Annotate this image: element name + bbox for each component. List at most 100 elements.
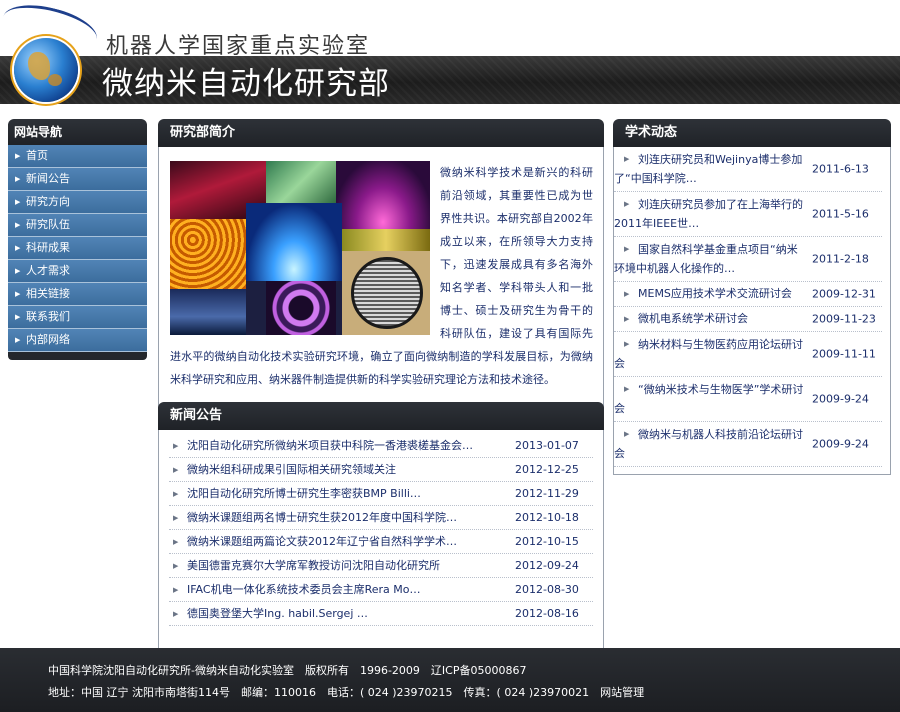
- academic-item-title[interactable]: 国家自然科学基金重点项目“纳米环境中机器人化操作的…: [614, 237, 806, 281]
- academic-item[interactable]: ▶ 纳米材料与生物医药应用论坛研讨会 2009-11-11: [614, 332, 882, 377]
- site-header: 机器人学国家重点实验室 微纳米自动化研究部: [0, 0, 900, 104]
- news-item[interactable]: ▶ 德国奥登堡大学Ing. habil.Sergej … 2012-08-16: [169, 602, 593, 626]
- bullet-icon: ▶: [173, 586, 179, 594]
- nav-item-research-team[interactable]: ▶ 研究队伍: [8, 214, 147, 237]
- academic-item-date: 2009-12-31: [812, 287, 876, 301]
- admin-link[interactable]: 网站管理: [600, 686, 644, 699]
- nav-item-jobs[interactable]: ▶ 人才需求: [8, 260, 147, 283]
- academic-item-title[interactable]: 纳米材料与生物医药应用论坛研讨会: [614, 332, 806, 376]
- nav-item-home[interactable]: ▶ 首页: [8, 145, 147, 168]
- academic-item-date: 2009-11-11: [812, 347, 876, 361]
- news-item-title[interactable]: 美国德雷克赛尔大学席军教授访问沈阳自动化研究所: [187, 554, 507, 578]
- academic-item-title[interactable]: MEMS应用技术学术交流研讨会: [614, 282, 806, 306]
- nav-item-links[interactable]: ▶ 相关链接: [8, 283, 147, 306]
- news-title: 新闻公告: [158, 402, 604, 430]
- nav-item-intranet[interactable]: ▶ 内部网络: [8, 329, 147, 352]
- nav-item-label: 科研成果: [26, 241, 70, 254]
- green-grid-image: [266, 161, 336, 203]
- arrow-right-icon: ▶: [15, 198, 21, 206]
- globe-logo-icon: [14, 38, 78, 102]
- news-item-title[interactable]: 德国奥登堡大学Ing. habil.Sergej …: [187, 602, 507, 626]
- academic-item[interactable]: ▶ “微纳米技术与生物医学”学术研讨会 2009-9-24: [614, 377, 882, 422]
- bullet-icon: ▶: [173, 610, 179, 618]
- news-item-date: 2013-01-07: [515, 439, 579, 452]
- site-footer: 中国科学院沈阳自动化研究所-微纳米自动化实验室 版权所有 1996-2009 辽…: [0, 648, 900, 712]
- news-item-title[interactable]: 沈阳自动化研究所博士研究生李密获BMP Billi…: [187, 482, 507, 506]
- academic-item-title[interactable]: 刘连庆研究员和Wejinya博士参加了“中国科学院…: [614, 147, 806, 191]
- bullet-icon: ▶: [173, 466, 179, 474]
- gear-image: [266, 281, 336, 335]
- academic-title: 学术动态: [613, 119, 891, 147]
- academic-item[interactable]: ▶ MEMS应用技术学术交流研讨会 2009-12-31: [614, 282, 882, 307]
- news-item-title[interactable]: 微纳米组科研成果引国际相关研究领域关注: [187, 458, 507, 482]
- micro-nano-collage-image: [170, 161, 430, 335]
- bullet-icon: ▶: [624, 385, 630, 393]
- news-item[interactable]: ▶ 微纳米课题组两名博士研究生获2012年度中国科学院… 2012-10-18: [169, 506, 593, 530]
- nav-item-label: 首页: [26, 149, 48, 162]
- arrow-right-icon: ▶: [15, 290, 21, 298]
- news-item-date: 2012-11-29: [515, 487, 579, 500]
- academic-item-title[interactable]: 刘连庆研究员参加了在上海举行的2011年IEEE世…: [614, 192, 806, 236]
- tip-magenta-image: [336, 161, 430, 229]
- academic-item[interactable]: ▶ 刘连庆研究员参加了在上海举行的2011年IEEE世… 2011-5-16: [614, 192, 882, 237]
- intro-body: 微纳米科学技术是新兴的科研前沿领域，其重要性已成为世界性共识。本研究部自2002…: [158, 147, 604, 423]
- department-title: 微纳米自动化研究部: [102, 66, 390, 102]
- bullet-icon: ▶: [624, 315, 630, 323]
- academic-item-title[interactable]: 微纳米与机器人科技前沿论坛研讨会: [614, 422, 806, 466]
- bullet-icon: ▶: [173, 514, 179, 522]
- news-item[interactable]: ▶ IFAC机电一体化系统技术委员会主席Rera Mo… 2012-08-30: [169, 578, 593, 602]
- bullet-icon: ▶: [173, 562, 179, 570]
- address-line: 地址：中国 辽宁 沈阳市南塔街114号 邮编：110016 电话：( 024 )…: [48, 684, 644, 700]
- academic-item[interactable]: ▶ 微纳米与机器人科技前沿论坛研讨会 2009-9-24: [614, 422, 882, 467]
- nav-item-label: 相关链接: [26, 287, 70, 300]
- academic-item[interactable]: ▶ 刘连庆研究员和Wejinya博士参加了“中国科学院… 2011-6-13: [614, 147, 882, 192]
- site-navigation: 网站导航 ▶ 首页 ▶ 新闻公告 ▶ 研究方向 ▶ 研究队伍 ▶ 科研成果 ▶ 人才需求 ▶…: [8, 119, 147, 360]
- news-item-date: 2012-10-18: [515, 511, 579, 524]
- orange-texture-image: [170, 219, 246, 289]
- nav-item-research-direction[interactable]: ▶ 研究方向: [8, 191, 147, 214]
- news-item[interactable]: ▶ 微纳米课题组两篇论文获2012年辽宁省自然科学学术… 2012-10-15: [169, 530, 593, 554]
- academic-item-title[interactable]: 微机电系统学术研讨会: [614, 307, 806, 331]
- arrow-right-icon: ▶: [15, 221, 21, 229]
- intro-title: 研究部简介: [158, 119, 604, 147]
- news-item[interactable]: ▶ 沈阳自动化研究所博士研究生李密获BMP Billi… 2012-11-29: [169, 482, 593, 506]
- news-item-title[interactable]: IFAC机电一体化系统技术委员会主席Rera Mo…: [187, 578, 507, 602]
- tube-image: [170, 289, 246, 335]
- news-item-date: 2012-12-25: [515, 463, 579, 476]
- news-item-date: 2012-08-30: [515, 583, 579, 596]
- news-item[interactable]: ▶ 美国德雷克赛尔大学席军教授访问沈阳自动化研究所 2012-09-24: [169, 554, 593, 578]
- yellow-surface-image: [342, 229, 430, 251]
- bullet-icon: ▶: [173, 442, 179, 450]
- news-item-date: 2012-08-16: [515, 607, 579, 620]
- news-item[interactable]: ▶ 微纳米组科研成果引国际相关研究领域关注 2012-12-25: [169, 458, 593, 482]
- bullet-icon: ▶: [173, 490, 179, 498]
- news-item-title[interactable]: 微纳米课题组两篇论文获2012年辽宁省自然科学学术…: [187, 530, 507, 554]
- nav-item-label: 研究队伍: [26, 218, 70, 231]
- academic-item[interactable]: ▶ 国家自然科学基金重点项目“纳米环境中机器人化操作的… 2011-2-18: [614, 237, 882, 282]
- bullet-icon: ▶: [624, 245, 630, 253]
- bullet-icon: ▶: [624, 290, 630, 298]
- bullet-icon: ▶: [624, 200, 630, 208]
- news-item-title[interactable]: 沈阳自动化研究所微纳米项目获中科院一香港裘槎基金会…: [187, 434, 507, 458]
- nav-item-contact[interactable]: ▶ 联系我们: [8, 306, 147, 329]
- nav-item-label: 新闻公告: [26, 172, 70, 185]
- nav-item-news[interactable]: ▶ 新闻公告: [8, 168, 147, 191]
- academic-item-date: 2009-9-24: [812, 392, 869, 406]
- nav-item-achievements[interactable]: ▶ 科研成果: [8, 237, 147, 260]
- academic-item-title[interactable]: “微纳米技术与生物医学”学术研讨会: [614, 377, 806, 421]
- blue-peak-image: [246, 203, 342, 281]
- news-item-date: 2012-10-15: [515, 535, 579, 548]
- nav-item-label: 联系我们: [26, 310, 70, 323]
- bullet-icon: ▶: [624, 155, 630, 163]
- news-item[interactable]: ▶ 沈阳自动化研究所微纳米项目获中科院一香港裘槎基金会… 2013-01-07: [169, 434, 593, 458]
- news-list: ▶ 沈阳自动化研究所微纳米项目获中科院一香港裘槎基金会… 2013-01-07 ▶ 微…: [158, 430, 604, 660]
- address-text: 地址：中国 辽宁 沈阳市南塔街114号 邮编：110016 电话：( 024 )…: [48, 686, 601, 699]
- news-panel: 新闻公告 ▶ 沈阳自动化研究所微纳米项目获中科院一香港裘槎基金会… 2013-01-…: [158, 402, 604, 660]
- mesh-disc: [351, 257, 423, 329]
- nav-item-label: 研究方向: [26, 195, 70, 208]
- academic-item[interactable]: ▶ 微机电系统学术研讨会 2009-11-23: [614, 307, 882, 332]
- nav-item-label: 人才需求: [26, 264, 70, 277]
- bullet-icon: ▶: [624, 430, 630, 438]
- intro-panel: 研究部简介 微纳米科学技术是新兴的科研前沿领域，其重要性已成为世界性共识。本研究…: [158, 119, 604, 423]
- news-item-title[interactable]: 微纳米课题组两名博士研究生获2012年度中国科学院…: [187, 506, 507, 530]
